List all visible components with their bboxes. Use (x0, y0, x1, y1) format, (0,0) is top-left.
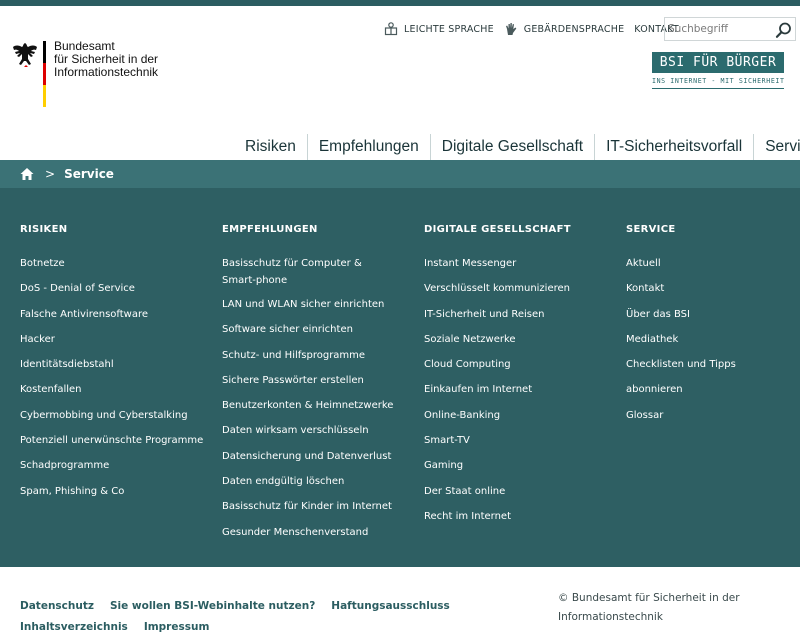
german-flag-bar (43, 41, 46, 107)
sitemap-column-digitale-gesellschaft: DIGITALE GESELLSCHAFT Instant Messenger … (424, 224, 614, 533)
bsi-fuer-buerger-logo[interactable]: BSI FÜR BÜRGER INS INTERNET - MIT SICHER… (652, 52, 784, 94)
sitemap-heading[interactable]: DIGITALE GESELLSCHAFT (424, 224, 614, 237)
breadcrumb-current[interactable]: Service (64, 167, 114, 181)
sitemap-column-empfehlungen: EMPFEHLUNGEN Basisschutz für Computer & … (222, 224, 402, 549)
sitemap-link[interactable]: Basisschutz für Computer & Smart-phone (222, 255, 392, 289)
sitemap-link[interactable]: Schadprogramme (20, 457, 210, 474)
sitemap-link[interactable]: Potenziell unerwünschte Programme (20, 432, 210, 449)
main-nav-it-sicherheitsvorfall[interactable]: IT-Sicherheitsvorfall (594, 134, 753, 160)
meta-link-gebaerdensprache[interactable]: GEBÄRDENSPRACHE (504, 22, 625, 36)
sitemap-link[interactable]: Instant Messenger (424, 255, 614, 272)
top-accent-strip (0, 0, 800, 6)
bsi-fuer-buerger-subtitle: INS INTERNET - MIT SICHERHEIT (652, 77, 784, 89)
logo-text: Bundesamt für Sicherheit in der Informat… (54, 40, 158, 79)
sitemap-link[interactable]: Soziale Netzwerke (424, 331, 614, 348)
sitemap-link[interactable]: Botnetze (20, 255, 210, 272)
footer-link-webinhalte[interactable]: Sie wollen BSI-Webinhalte nutzen? (110, 596, 315, 617)
footer-legal-links: Datenschutz Sie wollen BSI-Webinhalte nut… (20, 596, 530, 638)
sitemap-heading[interactable]: EMPFEHLUNGEN (222, 224, 402, 237)
sitemap-link[interactable]: Datensicherung und Datenverlust (222, 448, 402, 465)
sitemap-link[interactable]: Checklisten und Tipps (626, 356, 786, 373)
sitemap-link[interactable]: Schutz- und Hilfsprogramme (222, 347, 402, 364)
sitemap-link[interactable]: Mediathek (626, 331, 786, 348)
federal-eagle-icon (13, 43, 37, 67)
sitemap-link[interactable]: abonnieren (626, 381, 786, 398)
sitemap-link[interactable]: Gesunder Menschenverstand (222, 524, 402, 541)
main-nav-service[interactable]: Service (753, 134, 800, 160)
sign-language-hand-icon (505, 23, 517, 35)
sitemap-link[interactable]: Identitätsdiebstahl (20, 356, 210, 373)
footer-link-haftungsausschluss[interactable]: Haftungsausschluss (331, 596, 450, 617)
sitemap-link[interactable]: Hacker (20, 331, 210, 348)
main-nav-empfehlungen[interactable]: Empfehlungen (306, 134, 430, 160)
sitemap-link[interactable]: Cloud Computing (424, 356, 614, 373)
easy-language-icon (384, 22, 398, 36)
main-nav-digitale-gesellschaft[interactable]: Digitale Gesellschaft (429, 134, 594, 160)
sitemap-link[interactable]: Der Staat online (424, 483, 614, 500)
sitemap-column-service: SERVICE Aktuell Kontakt Über das BSI Med… (626, 224, 786, 432)
sitemap-link[interactable]: IT-Sicherheit und Reisen (424, 306, 614, 323)
sitemap-link[interactable]: Daten endgültig löschen (222, 473, 402, 490)
home-icon[interactable] (20, 167, 34, 181)
sitemap-heading[interactable]: RISIKEN (20, 224, 210, 237)
meta-link-label: GEBÄRDENSPRACHE (523, 23, 625, 35)
sitemap-link[interactable]: Spam, Phishing & Co (20, 483, 210, 500)
sitemap-link[interactable]: Daten wirksam verschlüsseln (222, 422, 402, 439)
main-nav-risiken[interactable]: Risiken (234, 134, 307, 160)
sitemap-link[interactable]: Einkaufen im Internet (424, 381, 614, 398)
sitemap-heading[interactable]: SERVICE (626, 224, 786, 237)
sitemap-link[interactable]: Aktuell (626, 255, 786, 272)
sitemap-link[interactable]: Cybermobbing und Cyberstalking (20, 407, 210, 424)
footer-link-datenschutz[interactable]: Datenschutz (20, 596, 94, 617)
meta-link-label: LEICHTE SPRACHE (404, 23, 494, 35)
sitemap-link[interactable]: Basisschutz für Kinder im Internet (222, 498, 402, 515)
search-input[interactable] (665, 23, 775, 35)
sitemap-column-risiken: RISIKEN Botnetze DoS - Denial of Service… (20, 224, 210, 508)
sitemap-link[interactable]: Verschlüsselt kommunizieren (424, 280, 614, 297)
sitemap-link[interactable]: Software sicher einrichten (222, 321, 402, 338)
main-navigation: Risiken Empfehlungen Digitale Gesellscha… (234, 134, 800, 160)
sitemap-link[interactable]: Glossar (626, 407, 786, 424)
logo-text-line: Informationstechnik (54, 65, 159, 79)
footer-link-inhaltsverzeichnis[interactable]: Inhaltsverzeichnis (20, 617, 128, 638)
footer-sitemap: RISIKEN Botnetze DoS - Denial of Service… (0, 188, 800, 567)
meta-link-leichte-sprache[interactable]: LEICHTE SPRACHE (384, 22, 494, 36)
breadcrumb: > Service (0, 160, 800, 188)
meta-navigation: LEICHTE SPRACHE GEBÄRDENSPRACHE KONTAKT (384, 20, 689, 38)
sitemap-link[interactable]: Kostenfallen (20, 381, 210, 398)
sitemap-link[interactable]: Benutzerkonten & Heimnetzwerke (222, 397, 402, 414)
sitemap-link[interactable]: Recht im Internet (424, 508, 614, 525)
copyright-notice: © Bundesamt für Sicherheit in der Inform… (558, 592, 740, 623)
sitemap-link[interactable]: LAN und WLAN sicher einrichten (222, 296, 402, 313)
sitemap-link[interactable]: Über das BSI (626, 306, 786, 323)
sitemap-link[interactable]: Online-Banking (424, 407, 614, 424)
sitemap-link[interactable]: Falsche Antivirensoftware (20, 306, 210, 323)
bsi-logo[interactable]: Bundesamt für Sicherheit in der Informat… (12, 40, 172, 110)
breadcrumb-separator: > (45, 167, 56, 181)
sitemap-link[interactable]: DoS - Denial of Service (20, 280, 210, 297)
bsi-fuer-buerger-title: BSI FÜR BÜRGER (652, 52, 784, 73)
sitemap-link[interactable]: Gaming (424, 457, 614, 474)
sitemap-link[interactable]: Kontakt (626, 280, 786, 297)
footer-bottom: Datenschutz Sie wollen BSI-Webinhalte nut… (0, 567, 800, 640)
search-box (664, 17, 796, 41)
footer-link-impressum[interactable]: Impressum (144, 617, 210, 638)
sitemap-link[interactable]: Smart-TV (424, 432, 614, 449)
search-icon[interactable] (775, 21, 793, 39)
sitemap-link[interactable]: Sichere Passwörter erstellen (222, 372, 402, 389)
